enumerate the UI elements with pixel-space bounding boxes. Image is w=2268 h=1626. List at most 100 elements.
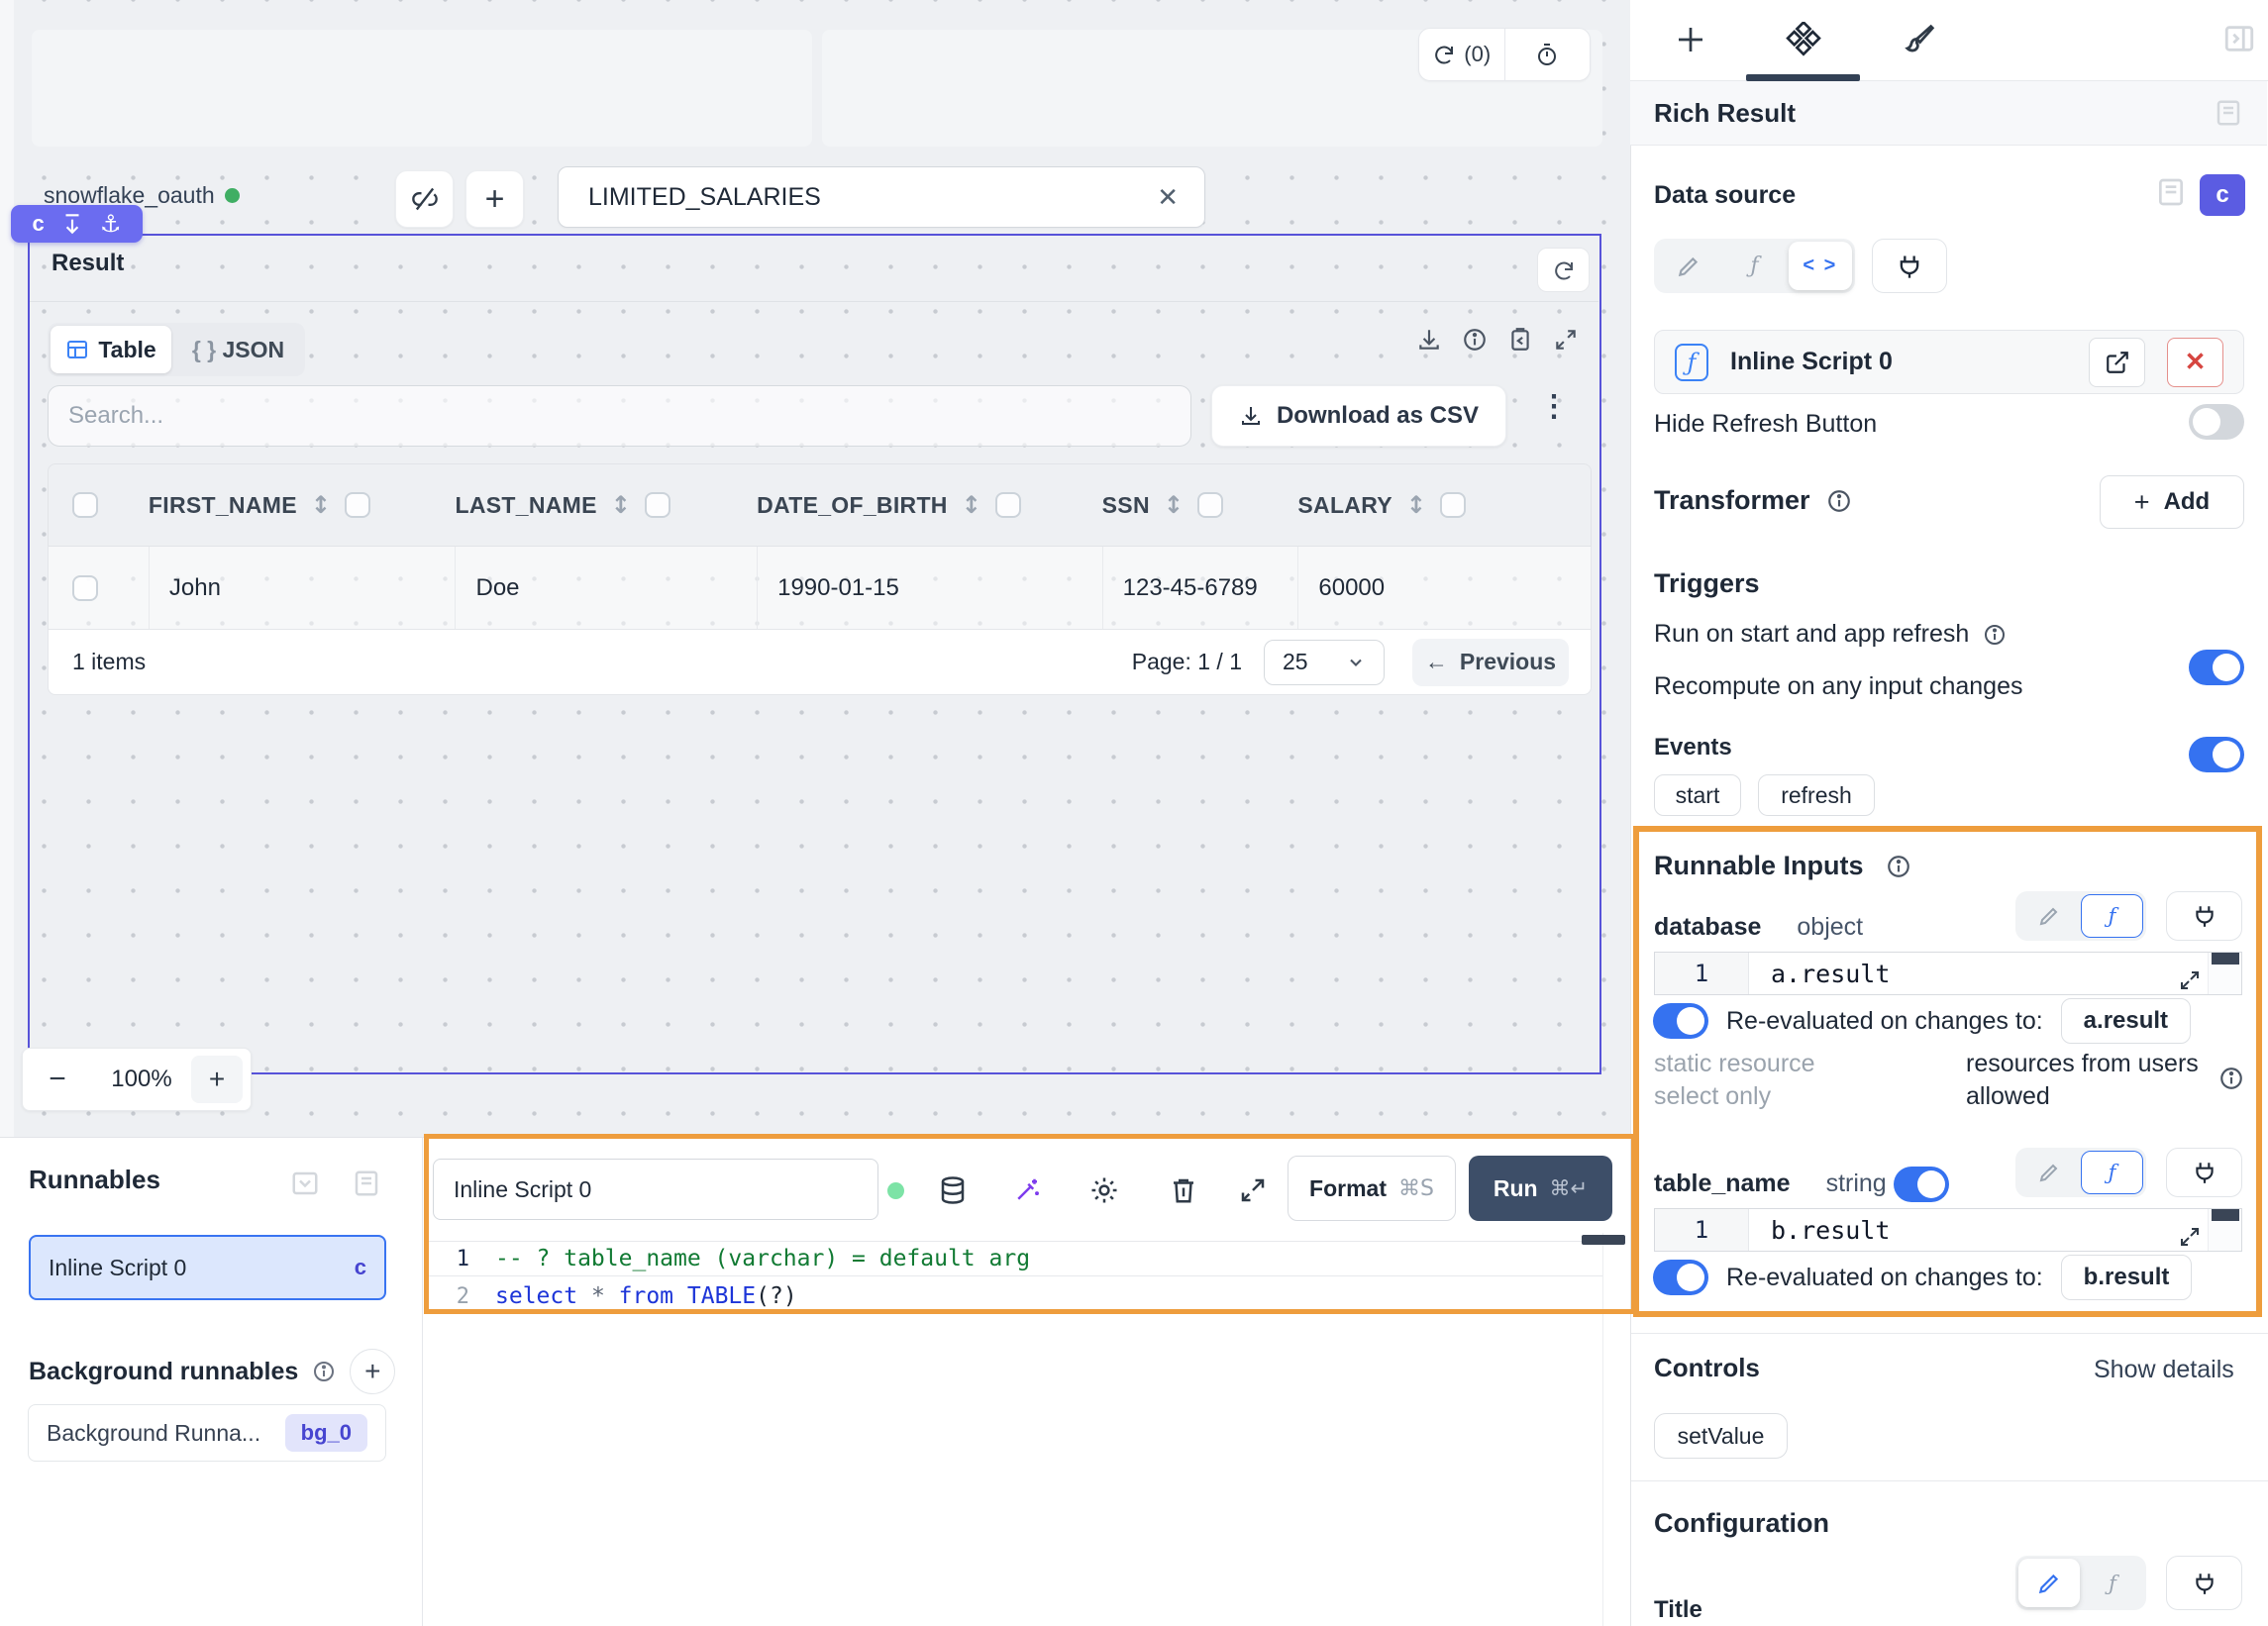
function-icon[interactable]: ƒ (2082, 1559, 2143, 1607)
connect-plug-button[interactable] (2166, 1148, 2242, 1197)
unlink-button[interactable] (395, 170, 454, 228)
sort-icon[interactable]: ↕ (311, 491, 331, 519)
row-checkbox[interactable] (72, 575, 98, 601)
table-search-input[interactable]: Search... (48, 385, 1191, 447)
app-refresh-button[interactable]: (0) (1419, 29, 1504, 80)
column-header[interactable]: LAST_NAME (456, 492, 597, 519)
component-selection-toolbar[interactable]: c ⚓ (11, 205, 143, 243)
page-size-select[interactable]: 25 (1264, 640, 1385, 685)
editor-scrollbar-thumb[interactable] (1582, 1235, 1625, 1245)
doc-icon[interactable] (2214, 98, 2243, 128)
run-on-start-toggle[interactable] (2189, 650, 2244, 685)
styling-brush-tab[interactable] (1900, 22, 1939, 61)
sort-icon[interactable]: ↕ (1164, 491, 1184, 519)
table-row[interactable]: John Doe 1990-01-15 123-45-6789 60000 (48, 547, 1592, 630)
reeval-target-chip[interactable]: a.result (2061, 998, 2191, 1044)
column-checkbox[interactable] (1440, 492, 1466, 518)
database-icon[interactable] (938, 1175, 968, 1205)
download-icon[interactable] (1416, 327, 1442, 353)
expand-editor-icon[interactable] (2178, 968, 2202, 992)
connect-plug-button[interactable] (1872, 239, 1947, 293)
runnable-item-inline-script-0[interactable]: Inline Script 0 c (29, 1235, 386, 1300)
column-checkbox[interactable] (995, 492, 1021, 518)
ai-wand-icon[interactable] (1012, 1175, 1042, 1205)
sort-icon[interactable]: ↕ (611, 491, 631, 519)
sort-icon[interactable]: ↕ (962, 491, 981, 519)
tab-table[interactable]: Table (51, 326, 171, 373)
anchor-icon[interactable]: ⚓ (100, 210, 122, 238)
show-details-link[interactable]: Show details (2094, 1356, 2234, 1384)
table-select[interactable]: LIMITED_SALARIES ✕ (558, 166, 1205, 228)
info-icon[interactable] (1886, 854, 1911, 879)
static-pencil-icon[interactable] (2018, 1559, 2080, 1607)
previous-page-button[interactable]: ← Previous (1412, 639, 1569, 686)
connect-plug-button[interactable] (2166, 891, 2242, 941)
move-down-icon[interactable] (59, 211, 85, 237)
function-icon[interactable]: ƒ (2081, 1151, 2143, 1194)
info-icon[interactable] (1462, 327, 1488, 353)
add-resource-button[interactable]: + (465, 170, 524, 228)
zoom-out-button[interactable]: − (23, 1063, 92, 1096)
tab-json[interactable]: { } JSON (171, 337, 305, 363)
remove-script-button[interactable]: ✕ (2167, 338, 2223, 387)
doc-icon[interactable] (2155, 176, 2187, 208)
control-chip-setvalue[interactable]: setValue (1654, 1413, 1788, 1459)
result-component[interactable]: Result Table { } JSON Search... (28, 234, 1601, 1074)
info-icon[interactable] (2218, 1066, 2244, 1091)
expand-editor-icon[interactable] (2178, 1225, 2202, 1249)
insert-component-tab[interactable] (1673, 22, 1712, 61)
download-csv-button[interactable]: Download as CSV (1211, 385, 1506, 447)
recompute-toggle[interactable] (2189, 737, 2244, 772)
collapse-tray-icon[interactable] (290, 1169, 320, 1198)
column-header[interactable]: SALARY (1297, 492, 1392, 519)
resources-from-users-toggle[interactable] (1894, 1167, 1949, 1202)
static-pencil-icon[interactable] (2018, 1151, 2079, 1194)
expand-icon[interactable] (1553, 327, 1579, 353)
reeval-target-chip[interactable]: b.result (2061, 1255, 2193, 1300)
zoom-in-button[interactable]: + (191, 1056, 243, 1103)
column-header[interactable]: SSN (1102, 492, 1150, 519)
data-source-script-row[interactable]: ƒ Inline Script 0 ✕ (1654, 330, 2244, 394)
sort-icon[interactable]: ↕ (1406, 491, 1426, 519)
column-header[interactable]: FIRST_NAME (149, 492, 297, 519)
hide-refresh-toggle[interactable] (2189, 404, 2244, 440)
connect-plug-button[interactable] (2166, 1556, 2242, 1610)
script-name-input[interactable]: Inline Script 0 (433, 1159, 878, 1220)
copy-to-clipboard-icon[interactable] (1507, 327, 1533, 353)
reeval-toggle[interactable] (1653, 1003, 1708, 1039)
add-transformer-button[interactable]: + Add (2100, 475, 2244, 529)
format-button[interactable]: Format ⌘S (1288, 1156, 1456, 1221)
event-chip-refresh[interactable]: refresh (1758, 774, 1875, 816)
column-checkbox[interactable] (345, 492, 370, 518)
collapse-panel-icon[interactable] (2222, 22, 2262, 61)
code-mode-icon[interactable]: < > (1789, 242, 1852, 290)
reeval-toggle[interactable] (1653, 1260, 1708, 1295)
components-settings-tab[interactable] (1784, 22, 1823, 61)
open-script-button[interactable] (2089, 338, 2145, 387)
function-icon[interactable]: ƒ (2081, 894, 2143, 938)
column-checkbox[interactable] (645, 492, 670, 518)
info-icon[interactable] (1983, 623, 2007, 647)
code-line-1[interactable]: 1 -- ? table_name (varchar) = default ar… (424, 1241, 1602, 1276)
table-name-expr-editor[interactable]: 1 b.result (1654, 1208, 2242, 1252)
scrollbar-thumb[interactable] (2212, 1209, 2239, 1221)
select-all-checkbox[interactable] (72, 492, 98, 518)
expand-editor-icon[interactable] (1238, 1175, 1268, 1205)
database-expr-editor[interactable]: 1 a.result (1654, 952, 2242, 995)
column-header[interactable]: DATE_OF_BIRTH (757, 492, 948, 519)
code-line-2[interactable]: 2 select * from TABLE(?) (424, 1278, 1602, 1314)
event-chip-start[interactable]: start (1654, 774, 1741, 816)
sql-code-editor[interactable]: 1 -- ? table_name (varchar) = default ar… (424, 1233, 1602, 1626)
run-button[interactable]: Run ⌘↵ (1469, 1156, 1612, 1221)
gear-icon[interactable] (1089, 1175, 1119, 1205)
app-canvas[interactable]: (0) snowflake_oauth + LIMITED_SALARIES ✕… (0, 0, 1630, 1137)
component-badge[interactable]: c (2200, 174, 2245, 216)
static-pencil-icon[interactable] (1657, 242, 1720, 290)
clear-selection-icon[interactable]: ✕ (1157, 182, 1204, 213)
table-menu-button[interactable]: ⋮ (1539, 392, 1569, 422)
function-icon[interactable]: ƒ (1722, 242, 1786, 290)
info-icon[interactable] (312, 1360, 336, 1383)
history-timer-button[interactable] (1505, 29, 1591, 80)
column-checkbox[interactable] (1197, 492, 1223, 518)
result-refresh-button[interactable] (1537, 248, 1590, 292)
